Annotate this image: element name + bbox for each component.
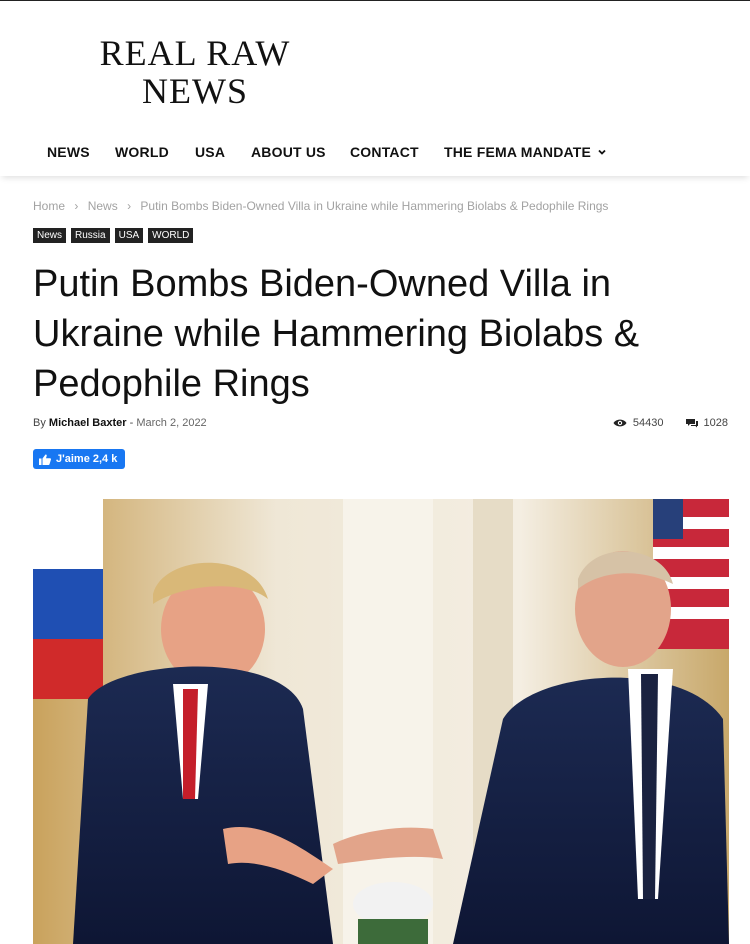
featured-image [33, 499, 729, 944]
tag-world[interactable]: WORLD [148, 228, 194, 243]
logo-line-1: REAL RAW [99, 33, 291, 73]
facebook-like-label: J'aime 2,4 k [56, 453, 118, 465]
thumbs-up-icon [39, 453, 51, 465]
tag-usa[interactable]: USA [114, 228, 144, 243]
author-link[interactable]: Michael Baxter [49, 417, 127, 429]
tag-news[interactable]: News [33, 228, 67, 243]
comment-icon [685, 419, 698, 428]
tag-russia[interactable]: Russia [71, 228, 110, 243]
nav-item-about-us[interactable]: ABOUT US [251, 144, 326, 160]
category-tags: News Russia USA WORLD [33, 228, 194, 243]
featured-photo-illustration [33, 499, 729, 944]
meta-separator: - [129, 417, 134, 429]
nav-item-news[interactable]: NEWS [47, 144, 90, 160]
breadcrumb-current: Putin Bombs Biden-Owned Villa in Ukraine… [140, 199, 609, 213]
logo-line-2: NEWS [142, 71, 248, 111]
chevron-down-icon [598, 149, 606, 155]
breadcrumb: Home › News › Putin Bombs Biden-Owned Vi… [33, 199, 608, 213]
comments-count[interactable]: 1028 [685, 417, 728, 429]
facebook-like-button[interactable]: J'aime 2,4 k [33, 449, 126, 469]
article-meta: By Michael Baxter - March 2, 2022 [33, 417, 207, 429]
nav-item-usa[interactable]: USA [195, 144, 225, 160]
nav-item-contact[interactable]: CONTACT [350, 144, 419, 160]
nav-item-world[interactable]: WORLD [115, 144, 169, 160]
top-border [0, 0, 750, 1]
nav-item-fema-mandate[interactable]: THE FEMA MANDATE [444, 144, 607, 160]
breadcrumb-home[interactable]: Home [33, 199, 65, 213]
by-label: By [33, 417, 46, 429]
breadcrumb-section[interactable]: News [88, 199, 118, 213]
article-date: March 2, 2022 [136, 417, 207, 429]
eye-icon [613, 419, 627, 427]
views-value: 54430 [632, 417, 664, 429]
article-title: Putin Bombs Biden-Owned Villa in Ukraine… [33, 263, 640, 405]
site-logo[interactable]: REAL RAW NEWS [90, 34, 300, 110]
comments-value: 1028 [703, 417, 728, 429]
breadcrumb-separator-icon: › [127, 199, 132, 213]
main-nav: NEWS WORLD USA ABOUT US CONTACT THE FEMA… [0, 128, 750, 176]
views-count: 54430 [613, 417, 664, 429]
breadcrumb-separator-icon: › [74, 199, 79, 213]
article-stats: 54430 1028 [613, 417, 728, 429]
